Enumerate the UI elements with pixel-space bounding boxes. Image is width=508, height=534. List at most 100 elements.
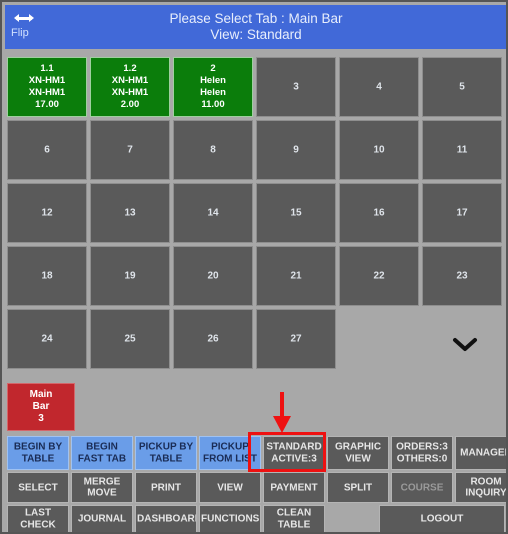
table-cell[interactable]: 3 <box>256 57 336 117</box>
table-cell[interactable]: 22 <box>339 246 419 306</box>
table-cell[interactable]: 9 <box>256 120 336 180</box>
action-button-label: ROOM INQUIRY <box>457 476 506 499</box>
action-button-line: BEGIN <box>86 441 118 453</box>
action-button[interactable]: PAYMENT <box>263 472 325 503</box>
table-cell-number: 20 <box>207 270 219 282</box>
table-cell[interactable]: 18 <box>7 246 87 306</box>
action-button[interactable]: SELECT <box>7 472 69 503</box>
action-button-line: ROOM <box>470 476 502 487</box>
action-button-line: LAST CHECK <box>20 507 56 531</box>
action-button[interactable]: DASHBOARD <box>135 505 197 532</box>
action-button-label: PAYMENT <box>265 482 323 494</box>
table-cell[interactable]: 10 <box>339 120 419 180</box>
action-button[interactable]: CLEAN TABLE <box>263 505 325 532</box>
table-cell-number: 3 <box>293 81 299 93</box>
table-cell-line: XN-HM1 <box>28 87 66 98</box>
table-cell[interactable]: 25 <box>90 309 170 369</box>
action-button[interactable]: GRAPHIC VIEW <box>327 436 389 470</box>
table-cell[interactable]: 21 <box>256 246 336 306</box>
action-button-label: LAST CHECK <box>9 508 67 531</box>
table-cell-number: 16 <box>373 207 385 219</box>
action-button-label: ORDERS:3 OTHERS:0 <box>393 442 451 465</box>
action-button-line: SELECT <box>18 481 58 493</box>
table-cell-number: 11 <box>456 144 468 156</box>
action-button-line: PRINT <box>151 481 181 493</box>
table-cell[interactable]: 4 <box>339 57 419 117</box>
table-cell[interactable]: 5 <box>422 57 502 117</box>
table-cell-number: 24 <box>41 333 53 345</box>
tab-button-line: Bar <box>32 401 50 412</box>
action-button-line: CLEAN <box>276 507 312 519</box>
action-button-line: GRAPHIC <box>334 441 382 453</box>
action-button[interactable]: LAST CHECK <box>7 505 69 532</box>
table-cell[interactable]: 11 <box>422 120 502 180</box>
action-button[interactable]: COURSE <box>391 472 453 503</box>
action-button[interactable]: MANAGER <box>455 436 506 470</box>
table-cell[interactable]: 2 Helen Helen 11.00 <box>173 57 253 117</box>
action-button-line: PICKUP BY <box>138 441 194 453</box>
table-cell-details: 1.1 XN-HM1 XN-HM1 17.00 <box>8 63 86 111</box>
table-cell[interactable]: 24 <box>7 309 87 369</box>
action-button[interactable]: ROOM INQUIRY <box>455 472 506 503</box>
table-cell[interactable]: 26 <box>173 309 253 369</box>
page-title-line1: Please Select Tab : Main Bar <box>169 11 343 26</box>
table-cell-number: 2 <box>210 63 216 74</box>
action-button[interactable]: ORDERS:3 OTHERS:0 <box>391 436 453 470</box>
screen-header: Flip Please Select Tab : Main Bar View: … <box>5 5 506 49</box>
tab-strip: Main Bar 3 <box>7 383 505 435</box>
action-button[interactable]: PICKUP FROM LIST <box>199 436 261 470</box>
action-button[interactable]: MERGE MOVE <box>71 472 133 503</box>
action-button[interactable]: STANDARD ACTIVE:3 <box>263 436 325 470</box>
table-cell[interactable]: 6 <box>7 120 87 180</box>
table-cell[interactable]: 16 <box>339 183 419 243</box>
table-cell-number: 23 <box>456 270 468 282</box>
action-button[interactable]: SPLIT <box>327 472 389 503</box>
action-button-line: PICKUP <box>211 441 249 453</box>
tab-button[interactable]: Main Bar 3 <box>7 383 75 431</box>
table-cell[interactable]: 23 <box>422 246 502 306</box>
pos-table-selection-screen: Flip Please Select Tab : Main Bar View: … <box>0 0 508 534</box>
action-button-label: JOURNAL <box>73 513 131 525</box>
action-button[interactable]: BEGIN FAST TAB <box>71 436 133 470</box>
table-cell-line: Helen <box>200 87 226 98</box>
table-cell[interactable]: 1.1 XN-HM1 XN-HM1 17.00 <box>7 57 87 117</box>
table-cell[interactable]: 19 <box>90 246 170 306</box>
table-cell-number: 10 <box>373 144 385 156</box>
action-button-label: PRINT <box>137 482 195 494</box>
table-cell-number: 5 <box>459 81 465 93</box>
table-cell-number: 14 <box>207 207 219 219</box>
page-title-line2: View: Standard <box>210 27 302 42</box>
table-cell[interactable]: 1.2 XN-HM1 XN-HM1 2.00 <box>90 57 170 117</box>
action-button[interactable]: VIEW <box>199 472 261 503</box>
table-cell[interactable]: 13 <box>90 183 170 243</box>
table-cell-number: 13 <box>124 207 136 219</box>
action-button-line: MERGE <box>83 476 121 487</box>
action-button-label: MANAGER <box>457 447 506 459</box>
table-cell-number: 1.2 <box>123 63 137 74</box>
action-button[interactable]: LOGOUT <box>379 505 505 532</box>
table-cell[interactable]: 7 <box>90 120 170 180</box>
action-button-line: ORDERS:3 <box>396 441 448 453</box>
action-button-line: TABLE <box>21 453 55 464</box>
table-cell[interactable]: 17 <box>422 183 502 243</box>
action-button-label: BEGIN BY TABLE <box>9 442 67 465</box>
table-cell-number: 21 <box>290 270 302 282</box>
action-button[interactable]: JOURNAL <box>71 505 133 532</box>
scroll-down-button[interactable] <box>430 320 500 370</box>
table-cell-number: 9 <box>293 144 299 156</box>
table-cell[interactable]: 8 <box>173 120 253 180</box>
action-button[interactable]: PICKUP BY TABLE <box>135 436 197 470</box>
table-cell-number: 25 <box>124 333 136 345</box>
action-button-line: MOVE <box>87 487 117 499</box>
table-cell-line: Helen <box>200 75 226 86</box>
action-button[interactable]: PRINT <box>135 472 197 503</box>
table-cell[interactable]: 20 <box>173 246 253 306</box>
table-cell[interactable]: 12 <box>7 183 87 243</box>
table-cell[interactable]: 14 <box>173 183 253 243</box>
action-button[interactable]: FUNCTIONS <box>199 505 261 532</box>
action-button-label: BEGIN FAST TAB <box>73 442 131 465</box>
table-cell[interactable]: 27 <box>256 309 336 369</box>
action-button[interactable]: BEGIN BY TABLE <box>7 436 69 470</box>
table-cell[interactable]: 15 <box>256 183 336 243</box>
table-cell-line: 11.00 <box>201 99 225 110</box>
